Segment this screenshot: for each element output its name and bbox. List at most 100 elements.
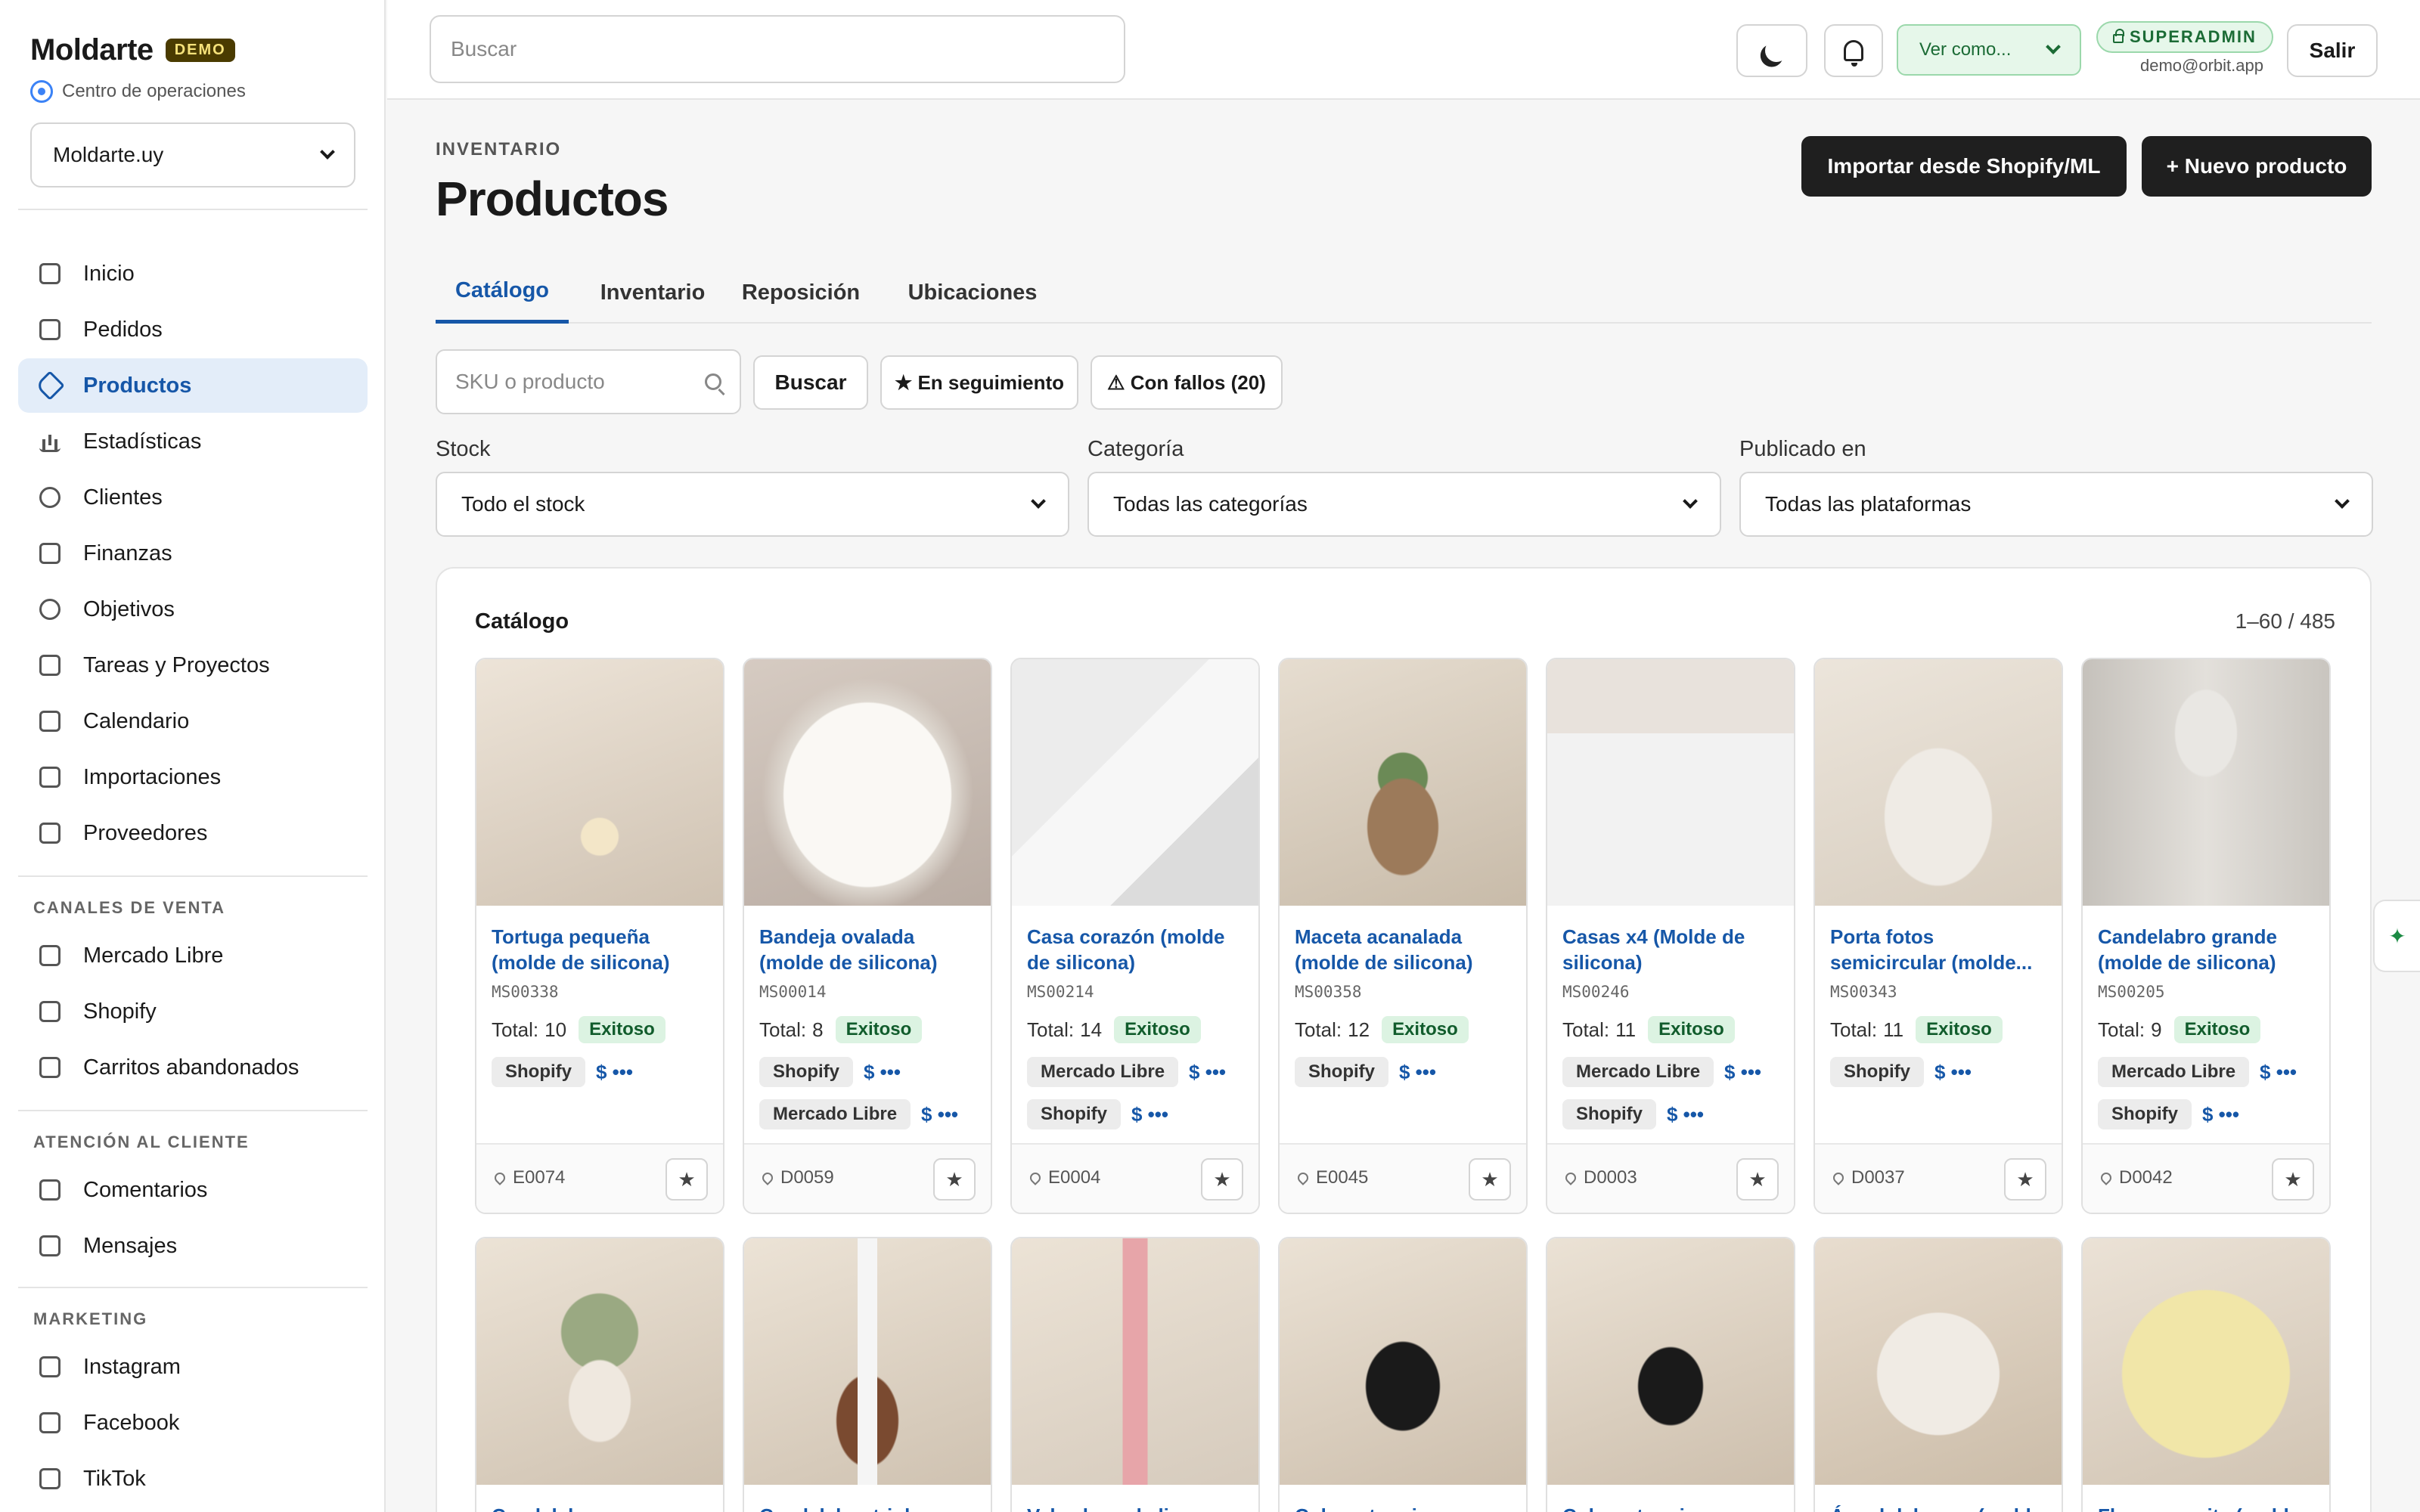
product-image[interactable] (2083, 659, 2329, 906)
product-card[interactable]: Colorante gris (1546, 1237, 1795, 1512)
category-select[interactable]: Todas las categorías (1087, 472, 1721, 537)
logout-button[interactable]: Salir (2287, 24, 2378, 77)
sidebar-item-mensajes[interactable]: Mensajes (18, 1219, 368, 1273)
product-card[interactable]: Colorante rojo (1278, 1237, 1528, 1512)
tab-catalogo[interactable]: Catálogo (436, 262, 569, 324)
product-name-link[interactable]: Casas x4 (Molde de silicona) (1562, 924, 1782, 975)
follow-star-button[interactable]: ★ (2272, 1158, 2314, 1201)
product-image[interactable] (1547, 1238, 1794, 1485)
product-card[interactable]: Maceta acanalada (molde de silicona) MS00… (1278, 658, 1528, 1214)
product-image[interactable] (1280, 1238, 1526, 1485)
sidebar-item-finanzas[interactable]: Finanzas (18, 526, 368, 581)
follow-star-button[interactable]: ★ (933, 1158, 976, 1201)
price-hidden[interactable]: $ ••• (1131, 1103, 1168, 1126)
sidebar-item-tiktok[interactable]: TikTok (18, 1452, 368, 1506)
product-name-link[interactable]: Vela alargada lisa (1027, 1503, 1246, 1512)
view-as-select[interactable]: Ver como... (1897, 24, 2081, 76)
price-hidden[interactable]: $ ••• (596, 1061, 633, 1084)
product-name-link[interactable]: Bandeja ovalada (molde de silicona) (759, 924, 979, 975)
product-card[interactable]: Porta fotos semicircular (molde... MS0034… (1813, 658, 2063, 1214)
published-select[interactable]: Todas las plataformas (1739, 472, 2373, 537)
product-image[interactable] (1012, 1238, 1258, 1485)
platform-badge-mercado-libre[interactable]: Mercado Libre (1562, 1057, 1714, 1087)
sidebar-item-mercado-libre[interactable]: Mercado Libre (18, 928, 368, 983)
product-image[interactable] (476, 659, 723, 906)
product-image[interactable] (1280, 659, 1526, 906)
product-card[interactable]: Candelabro triple ore (743, 1237, 992, 1512)
product-name-link[interactable]: Maceta acanalada (molde de silicona) (1295, 924, 1514, 975)
price-hidden[interactable]: $ ••• (864, 1061, 901, 1084)
sidebar-item-pedidos[interactable]: Pedidos (18, 302, 368, 357)
product-name-link[interactable]: Flor margarita (molde (2098, 1503, 2317, 1512)
sidebar-item-clientes[interactable]: Clientes (18, 470, 368, 525)
platform-badge-shopify[interactable]: Shopify (759, 1057, 853, 1087)
price-hidden[interactable]: $ ••• (2260, 1061, 2297, 1084)
sidebar-item-carritos-abandonados[interactable]: Carritos abandonados (18, 1040, 368, 1095)
sidebar-item-importaciones[interactable]: Importaciones (18, 750, 368, 804)
price-hidden[interactable]: $ ••• (1399, 1061, 1436, 1084)
assistant-tab-button[interactable]: ✦ (2373, 900, 2420, 972)
sidebar-item-objetivos[interactable]: Objetivos (18, 582, 368, 637)
product-image[interactable] (744, 1238, 991, 1485)
tab-inventario[interactable]: Inventario (587, 262, 718, 324)
product-card[interactable]: Flor margarita (molde (2081, 1237, 2331, 1512)
follow-star-button[interactable]: ★ (1201, 1158, 1243, 1201)
sidebar-item-calendario[interactable]: Calendario (18, 694, 368, 748)
product-name-link[interactable]: Candelabro triple ore (759, 1503, 979, 1512)
platform-badge-mercado-libre[interactable]: Mercado Libre (2098, 1057, 2250, 1087)
import-button[interactable]: Importar desde Shopify/ML (1801, 136, 2127, 197)
platform-badge-shopify[interactable]: Shopify (1295, 1057, 1388, 1087)
product-card[interactable]: Candelabro (475, 1237, 724, 1512)
search-button[interactable]: Buscar (753, 355, 868, 410)
notifications-button[interactable] (1824, 24, 1883, 77)
product-name-link[interactable]: Casa corazón (molde de silicona) (1027, 924, 1246, 975)
product-card[interactable]: Vela alargada lisa (1010, 1237, 1260, 1512)
sidebar-item-proveedores[interactable]: Proveedores (18, 806, 368, 860)
price-hidden[interactable]: $ ••• (2202, 1103, 2239, 1126)
platform-badge-shopify[interactable]: Shopify (1830, 1057, 1924, 1087)
product-name-link[interactable]: Candelabro (492, 1503, 711, 1512)
store-select[interactable]: Moldarte.uy (30, 122, 355, 187)
sidebar-item-productos[interactable]: Productos (18, 358, 368, 413)
product-name-link[interactable]: Ángel del amor (molde (1830, 1503, 2049, 1512)
product-image[interactable] (2083, 1238, 2329, 1485)
product-card[interactable]: Casas x4 (Molde de silicona) MS00246 Total… (1546, 658, 1795, 1214)
platform-badge-mercado-libre[interactable]: Mercado Libre (759, 1099, 911, 1129)
price-hidden[interactable]: $ ••• (1724, 1061, 1761, 1084)
product-name-link[interactable]: Colorante rojo (1295, 1503, 1514, 1512)
sidebar-item-instagram[interactable]: Instagram (18, 1340, 368, 1394)
sidebar-item-comentarios[interactable]: Comentarios (18, 1163, 368, 1217)
product-image[interactable] (744, 659, 991, 906)
failed-filter-button[interactable]: ⚠ Con fallos (20) (1091, 355, 1283, 410)
product-image[interactable] (1815, 1238, 2062, 1485)
sidebar-item-estadísticas[interactable]: Estadísticas (18, 414, 368, 469)
product-name-link[interactable]: Candelabro grande (molde de silicona) (2098, 924, 2317, 975)
new-product-button[interactable]: + Nuevo producto (2142, 136, 2372, 197)
follow-star-button[interactable]: ★ (2004, 1158, 2046, 1201)
follow-star-button[interactable]: ★ (666, 1158, 708, 1201)
platform-badge-shopify[interactable]: Shopify (1027, 1099, 1121, 1129)
theme-toggle-button[interactable] (1736, 24, 1807, 77)
product-image[interactable] (1012, 659, 1258, 906)
platform-badge-shopify[interactable]: Shopify (492, 1057, 585, 1087)
follow-star-button[interactable]: ★ (1469, 1158, 1511, 1201)
platform-badge-shopify[interactable]: Shopify (2098, 1099, 2192, 1129)
product-card[interactable]: Casa corazón (molde de silicona) MS00214 T… (1010, 658, 1260, 1214)
product-card[interactable]: Candelabro grande (molde de silicona) MS0… (2081, 658, 2331, 1214)
price-hidden[interactable]: $ ••• (1189, 1061, 1226, 1084)
global-search-input[interactable]: Buscar (430, 15, 1125, 83)
sidebar-item-tareas-y-proyectos[interactable]: Tareas y Proyectos (18, 638, 368, 692)
price-hidden[interactable]: $ ••• (1934, 1061, 1972, 1084)
sidebar-item-facebook[interactable]: Facebook (18, 1396, 368, 1450)
sidebar-item-inicio[interactable]: Inicio (18, 246, 368, 301)
product-card[interactable]: Bandeja ovalada (molde de silicona) MS000… (743, 658, 992, 1214)
product-image[interactable] (1547, 659, 1794, 906)
product-name-link[interactable]: Colorante gris (1562, 1503, 1782, 1512)
sidebar-item-shopify[interactable]: Shopify (18, 984, 368, 1039)
product-name-link[interactable]: Tortuga pequeña (molde de silicona) (492, 924, 711, 975)
tab-ubicaciones[interactable]: Ubicaciones (888, 262, 1057, 324)
stock-select[interactable]: Todo el stock (436, 472, 1069, 537)
platform-badge-shopify[interactable]: Shopify (1562, 1099, 1656, 1129)
price-hidden[interactable]: $ ••• (921, 1103, 958, 1126)
following-filter-button[interactable]: ★ En seguimiento (880, 355, 1078, 410)
